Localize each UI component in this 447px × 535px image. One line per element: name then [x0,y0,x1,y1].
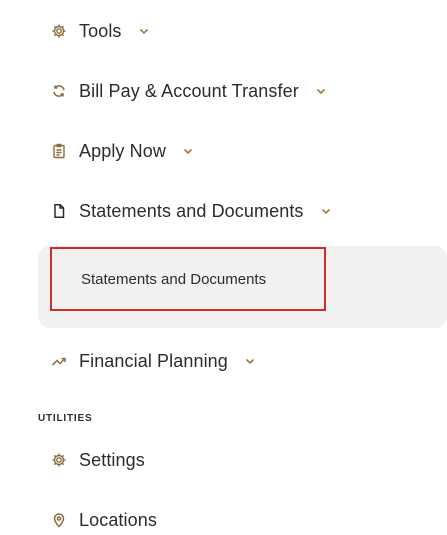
nav-item-label: Settings [79,449,145,470]
chevron-down-icon[interactable] [244,355,256,367]
document-icon [51,203,67,219]
clipboard-icon [51,143,67,159]
submenu-item-label: Statements and Documents [81,270,267,288]
nav-item-settings[interactable]: Settings [51,445,145,475]
nav-item-label: Locations [79,509,157,530]
nav-item-label: Apply Now [79,140,166,161]
nav-item-label: Financial Planning [79,350,228,371]
submenu-item-statements-and-documents[interactable]: Statements and Documents [50,247,326,311]
chevron-down-icon[interactable] [320,205,332,217]
gear-icon [51,452,67,468]
trend-line-icon [51,353,67,369]
nav-item-financial-planning[interactable]: Financial Planning [51,346,256,376]
nav-item-label: Statements and Documents [79,200,304,221]
statements-submenu: Statements and Documents [38,246,447,328]
chevron-down-icon[interactable] [182,145,194,157]
chevron-down-icon[interactable] [138,25,150,37]
nav-item-tools[interactable]: Tools [51,16,150,46]
nav-item-apply-now[interactable]: Apply Now [51,136,194,166]
section-header-utilities: UTILITIES [38,413,93,424]
nav-item-statements[interactable]: Statements and Documents [51,196,332,226]
chevron-down-icon[interactable] [315,85,327,97]
refresh-arrows-icon [51,83,67,99]
nav-item-label: Bill Pay & Account Transfer [79,80,299,101]
nav-item-locations[interactable]: Locations [51,505,157,535]
nav-item-bill-pay[interactable]: Bill Pay & Account Transfer [51,76,327,106]
location-pin-icon [51,512,67,528]
gear-icon [51,23,67,39]
nav-item-label: Tools [79,20,122,41]
